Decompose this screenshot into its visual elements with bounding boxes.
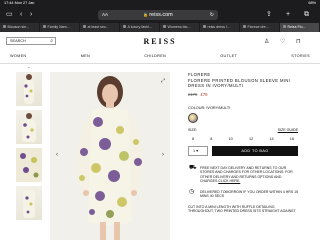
browser-tab[interactable]: Family Nam... [40,23,80,32]
quantity-select[interactable]: 1 ▾ [188,145,208,156]
tab-bar: Blouson sle... Family Nam... at least se… [0,23,320,32]
product-price: £178 £79 [188,92,298,97]
nav-women[interactable]: WOMEN [10,54,26,62]
main-nav: WOMEN MEN CHILDREN OUTLET STORIES [0,54,320,62]
add-to-bag-row: 1 ▾ ADD TO BAG [188,145,298,156]
reload-icon[interactable]: ↻ [210,10,214,20]
size-label: SIZE: [188,127,197,132]
delivery-countdown-text: DELIVERED TOMORROW IF YOU ORDER WITHIN 4… [200,189,299,199]
size-header: SIZE: SIZE GUIDE [188,128,298,132]
browser-tab[interactable]: at least sev... [80,23,120,32]
product-thumbnail[interactable] [16,148,42,182]
size-option[interactable]: 16 [290,137,294,141]
status-time: 17:44 [4,1,14,6]
price-was: £178 [188,91,198,97]
dress-thumbnail-image [22,113,36,142]
colour-row: COLOUR: IVORY/MULTI [188,106,298,110]
address-bar[interactable]: AA 🔒reiss.com ↻ [98,10,218,20]
product-brand: FLORERE [188,72,211,77]
size-options: 6 8 10 12 14 16 [188,137,298,141]
status-battery: 68% [308,1,316,6]
bag-icon[interactable]: ⊓ [296,38,301,45]
size-guide-link[interactable]: SIZE GUIDE [278,128,298,132]
tab-favicon-icon [283,25,286,29]
browser-tab[interactable]: reiss dress l... [200,23,240,32]
product-description: CUT INTO A MINI LENGTH WITH RUFFLE DETAI… [188,204,296,214]
nav-outlet[interactable]: OUTLET [220,54,237,62]
tab-favicon-icon [203,25,206,29]
search-icon: ⌕ [50,38,53,44]
delivery-van-icon: ⛟ [189,164,197,171]
price-now: £79 [200,91,208,97]
tab-favicon-icon [83,25,86,29]
size-option[interactable]: 14 [269,137,273,141]
lock-icon: 🔒 [143,12,149,17]
browser-toolbar: ▭ ‹ › AA 🔒reiss.com ↻ ⇪ + ⧉ [0,7,320,23]
forward-icon[interactable]: › [30,11,32,18]
tab-favicon-icon [243,25,246,29]
delivery-click-here-link[interactable]: CLICK HERE. [218,179,240,183]
dress-model-image [50,72,170,240]
tab-favicon-icon [123,25,126,29]
search-label: SEARCH [10,39,26,43]
clock-icon: ◷ [189,188,195,195]
product-thumbnail[interactable] [16,110,42,144]
nav-children[interactable]: CHILDREN [144,54,166,62]
dress-thumbnail-image [23,190,35,218]
nav-divider [0,63,320,64]
size-option[interactable]: 6 [192,137,194,141]
product-thumbnail[interactable] [16,72,42,106]
product-thumbnail[interactable] [16,186,42,220]
colour-swatch[interactable] [188,112,198,123]
tab-favicon-icon [163,25,166,29]
colour-value: IVORY/MULTI [206,105,231,110]
nav-stories[interactable]: STORIES [291,54,310,62]
browser-tab[interactable]: Florece dre... [240,23,280,32]
nav-men[interactable]: MEN [81,54,90,62]
image-prev-arrow-icon[interactable]: ‹ [56,152,58,158]
dress-thumbnail-image [24,74,34,104]
status-date: Mon 27 Jan [14,1,35,6]
tab-favicon-icon [3,25,6,29]
tabs-overview-icon[interactable]: ⧉ [304,11,309,18]
thumbnail-strip [16,72,42,224]
delivery-text: FREE NEXT DAY DELIVERY AND RETURNS TO OU… [200,165,293,184]
share-icon[interactable]: ⇪ [266,11,272,18]
reader-aa-button[interactable]: AA [102,10,108,20]
expand-icon[interactable]: ⤢ [161,78,165,84]
wishlist-icon[interactable]: ♡ [280,38,285,45]
image-next-arrow-icon[interactable]: › [162,152,164,158]
back-icon[interactable]: ‹ [20,11,22,18]
browser-tab[interactable]: Womens blo... [160,23,200,32]
account-icon[interactable]: ♙ [264,38,269,45]
product-main-image[interactable]: ⤢ ‹ › [50,72,170,240]
browser-tab[interactable]: Blouson sle... [0,23,40,32]
size-option[interactable]: 8 [210,137,212,141]
product-info: FLORERE FLORERE PRINTED BLOUSON SLEEVE M… [188,72,298,214]
browser-tab[interactable]: A luxury fashi... [120,23,160,32]
delivery-info: ⛟ FREE NEXT DAY DELIVERY AND RETURNS TO … [188,164,298,184]
colour-label: COLOUR: [188,105,206,110]
size-option[interactable]: 12 [249,137,253,141]
status-bar: 17:44 Mon 27 Jan 68% [0,0,320,7]
sidebar-icon[interactable]: ▭ [6,11,13,18]
tab-favicon-icon [43,25,46,29]
size-option[interactable]: 10 [229,137,233,141]
add-to-bag-button[interactable]: ADD TO BAG [212,145,298,156]
new-tab-icon[interactable]: + [286,11,290,18]
browser-tab-active[interactable]: Reiss Flo... [280,23,320,32]
site-search-input[interactable]: SEARCH ⌕ [6,37,56,45]
dress-thumbnail-image [16,148,42,182]
address-url: reiss.com [149,12,173,18]
thumbs-up-arrow-icon[interactable]: ⌃ [27,66,30,71]
product-title: FLORERE PRINTED BLOUSON SLEEVE MINI DRES… [188,78,291,89]
delivery-countdown: ◷ DELIVERED TOMORROW IF YOU ORDER WITHIN… [188,188,299,199]
reiss-logo[interactable]: REISS [140,37,180,46]
